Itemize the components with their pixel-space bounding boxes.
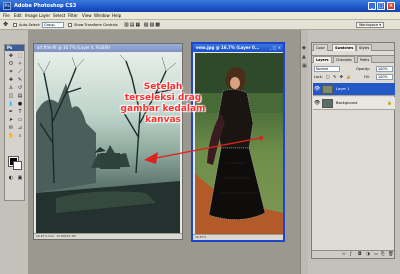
maximize-button[interactable]: □ bbox=[377, 2, 385, 10]
menu-layer[interactable]: Layer bbox=[39, 13, 50, 19]
link-layers-icon[interactable]: ∞ bbox=[342, 252, 346, 258]
layer-style-icon[interactable]: ƒ bbox=[350, 252, 352, 258]
tools-panel: Ps ✥ ⬚ ʘ ✧ ⌗ ⟋ ✚ ✎ ♙ ↺ ◫ ▤ 💧 ● ✒ T ➤ ▭ ✉… bbox=[4, 44, 25, 201]
zoom-tool-icon[interactable]: ⌕ bbox=[16, 133, 24, 140]
tab-channels[interactable]: Channels bbox=[333, 56, 355, 63]
opacity-field[interactable]: 100% bbox=[376, 66, 393, 72]
panel-top-tabs: Color Swatches Styles bbox=[312, 43, 394, 51]
align-buttons-icon[interactable]: ▥▤▦ ▧▨▩ bbox=[124, 22, 161, 28]
magic-wand-icon[interactable]: ✧ bbox=[16, 61, 24, 68]
blur-tool-icon[interactable]: 💧 bbox=[7, 101, 15, 108]
layer-thumbnail bbox=[322, 85, 333, 94]
tab-swatches[interactable]: Swatches bbox=[332, 44, 357, 51]
fill-field[interactable]: 100% bbox=[376, 74, 393, 80]
close-button[interactable]: × bbox=[387, 2, 395, 10]
tab-paths[interactable]: Paths bbox=[357, 56, 373, 63]
blend-mode-dropdown[interactable]: Normal bbox=[314, 66, 340, 72]
workspace-button[interactable]: Workspace ▾ bbox=[356, 22, 384, 28]
collapsed-panel-dock[interactable]: ◆ ▲ ▣ bbox=[300, 30, 308, 274]
canvas-area: art film-III @ 16.7% (Layer 4, RGB/8) 16… bbox=[28, 30, 308, 274]
marquee-tool-icon[interactable]: ⬚ bbox=[16, 53, 24, 60]
layer-row-background[interactable]: 👁 Background 🔒 bbox=[313, 97, 395, 110]
dock-icons[interactable]: ◆ ▲ ▣ bbox=[302, 44, 307, 71]
move-tool-icon[interactable]: ✥ bbox=[7, 53, 15, 60]
layers-tabs: Layers Channels Paths bbox=[312, 55, 394, 63]
auto-select-checkbox[interactable] bbox=[13, 23, 17, 27]
history-brush-icon[interactable]: ↺ bbox=[16, 85, 24, 92]
title-bar: Ps Adobe Photoshop CS3 _ □ × bbox=[0, 0, 400, 12]
layer-mask-icon[interactable]: ◘ bbox=[358, 252, 362, 258]
path-select-icon[interactable]: ➤ bbox=[7, 117, 15, 124]
eraser-tool-icon[interactable]: ◫ bbox=[7, 93, 15, 100]
fill-label: Fill: bbox=[364, 75, 370, 79]
lasso-tool-icon[interactable]: ʘ bbox=[7, 61, 15, 68]
opacity-label: Opacity: bbox=[356, 67, 370, 71]
show-transform-label: Show Transform Controls bbox=[74, 23, 118, 27]
auto-select-label: Auto-Select: bbox=[19, 23, 41, 27]
trash-icon[interactable]: 🗑 bbox=[388, 252, 394, 258]
shape-tool-icon[interactable]: ▭ bbox=[16, 117, 24, 124]
lock-icon: 🔒 bbox=[387, 100, 392, 105]
pen-tool-icon[interactable]: ✒ bbox=[7, 109, 15, 116]
drag-arrow bbox=[144, 136, 263, 164]
annotation-line-3: gambar kedalam bbox=[120, 104, 206, 114]
layer-name[interactable]: Layer 1 bbox=[336, 83, 349, 96]
tab-styles[interactable]: Styles bbox=[356, 44, 373, 51]
options-bar: ✥ Auto-Select: Group Show Transform Cont… bbox=[0, 20, 400, 30]
notes-tool-icon[interactable]: ✉ bbox=[7, 125, 15, 132]
menu-filter[interactable]: Filter bbox=[68, 13, 78, 19]
toolbox-header: Ps bbox=[5, 45, 24, 51]
ps-logo-icon: Ps bbox=[3, 2, 11, 10]
tutorial-annotation: Setelah terseleksi drag gambar kedalam k… bbox=[118, 82, 208, 126]
crop-tool-icon[interactable]: ⌗ bbox=[7, 69, 15, 76]
annotation-line-2: terseleksi drag bbox=[124, 93, 202, 103]
dodge-tool-icon[interactable]: ● bbox=[16, 101, 24, 108]
layers-panel: Color Swatches Styles Layers Channels Pa… bbox=[311, 42, 395, 259]
app-title: Adobe Photoshop CS3 bbox=[14, 3, 77, 9]
slice-tool-icon[interactable]: ⟋ bbox=[16, 69, 24, 76]
adjustment-layer-icon[interactable]: ◑ bbox=[366, 252, 370, 258]
background-color-swatch[interactable] bbox=[13, 161, 22, 170]
clone-stamp-icon[interactable]: ♙ bbox=[7, 85, 15, 92]
layers-panel-footer: ∞ ƒ ◘ ◑ ▭ ⎘ 🗑 bbox=[312, 250, 394, 258]
healing-brush-icon[interactable]: ✚ bbox=[7, 77, 15, 84]
menu-help[interactable]: Help bbox=[112, 13, 121, 19]
brush-tool-icon[interactable]: ✎ bbox=[16, 77, 24, 84]
type-tool-icon[interactable]: T bbox=[16, 109, 24, 116]
menu-select[interactable]: Select bbox=[53, 13, 65, 19]
screen-mode-icon[interactable]: ▣ bbox=[16, 175, 24, 182]
quick-mask-icon[interactable]: ◐ bbox=[7, 175, 15, 182]
eyedropper-icon[interactable]: ⊿ bbox=[16, 125, 24, 132]
gradient-tool-icon[interactable]: ▤ bbox=[16, 93, 24, 100]
new-layer-icon[interactable]: ⎘ bbox=[381, 252, 385, 258]
lock-icons[interactable]: ▢ ✎ ✥ 🔒 bbox=[326, 74, 352, 80]
menu-image[interactable]: Image bbox=[25, 13, 38, 19]
menu-bar: File Edit Image Layer Select Filter View… bbox=[0, 12, 400, 20]
hand-tool-icon[interactable]: ✋ bbox=[7, 133, 15, 140]
menu-window[interactable]: Window bbox=[94, 13, 110, 19]
layer-thumbnail bbox=[322, 99, 333, 108]
layer-name[interactable]: Background bbox=[336, 97, 357, 110]
eye-icon[interactable]: 👁 bbox=[314, 86, 320, 92]
tab-layers[interactable]: Layers bbox=[313, 56, 332, 63]
move-tool-icon[interactable]: ✥ bbox=[3, 22, 9, 28]
layer-row-layer-1[interactable]: 👁 Layer 1 bbox=[313, 83, 395, 96]
menu-file[interactable]: File bbox=[3, 13, 10, 19]
menu-edit[interactable]: Edit bbox=[14, 13, 22, 19]
annotation-line-4: kanvas bbox=[145, 115, 181, 125]
annotation-line-1: Setelah bbox=[143, 82, 183, 92]
menu-view[interactable]: View bbox=[82, 13, 92, 19]
auto-select-dropdown[interactable]: Group bbox=[42, 22, 64, 28]
group-icon[interactable]: ▭ bbox=[374, 252, 378, 258]
minimize-button[interactable]: _ bbox=[368, 2, 376, 10]
lock-label: Lock: bbox=[314, 75, 323, 79]
eye-icon[interactable]: 👁 bbox=[314, 100, 320, 106]
show-transform-checkbox[interactable] bbox=[68, 23, 72, 27]
photoshop-app: Ps Adobe Photoshop CS3 _ □ × File Edit I… bbox=[0, 0, 400, 274]
tab-color[interactable]: Color bbox=[313, 44, 328, 51]
